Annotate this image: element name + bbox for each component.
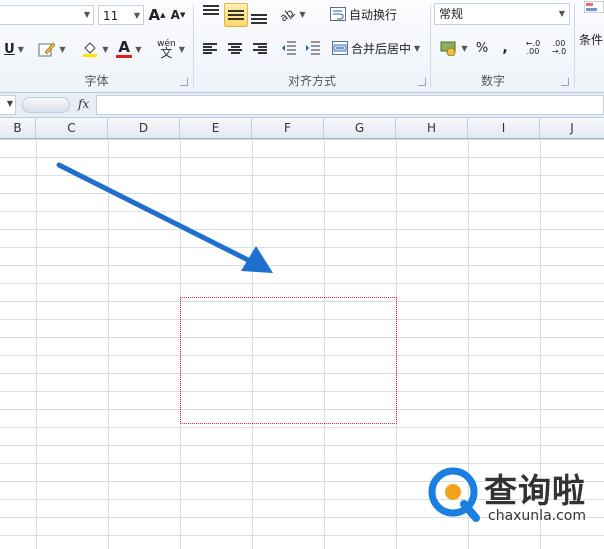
watermark-url: chaxunla.com bbox=[488, 508, 586, 524]
watermark-title: 查询啦 bbox=[484, 471, 586, 510]
arrow-shaft bbox=[56, 162, 255, 265]
search-logo-icon bbox=[428, 467, 480, 522]
watermark: 查询啦 chaxunla.com bbox=[426, 462, 598, 532]
